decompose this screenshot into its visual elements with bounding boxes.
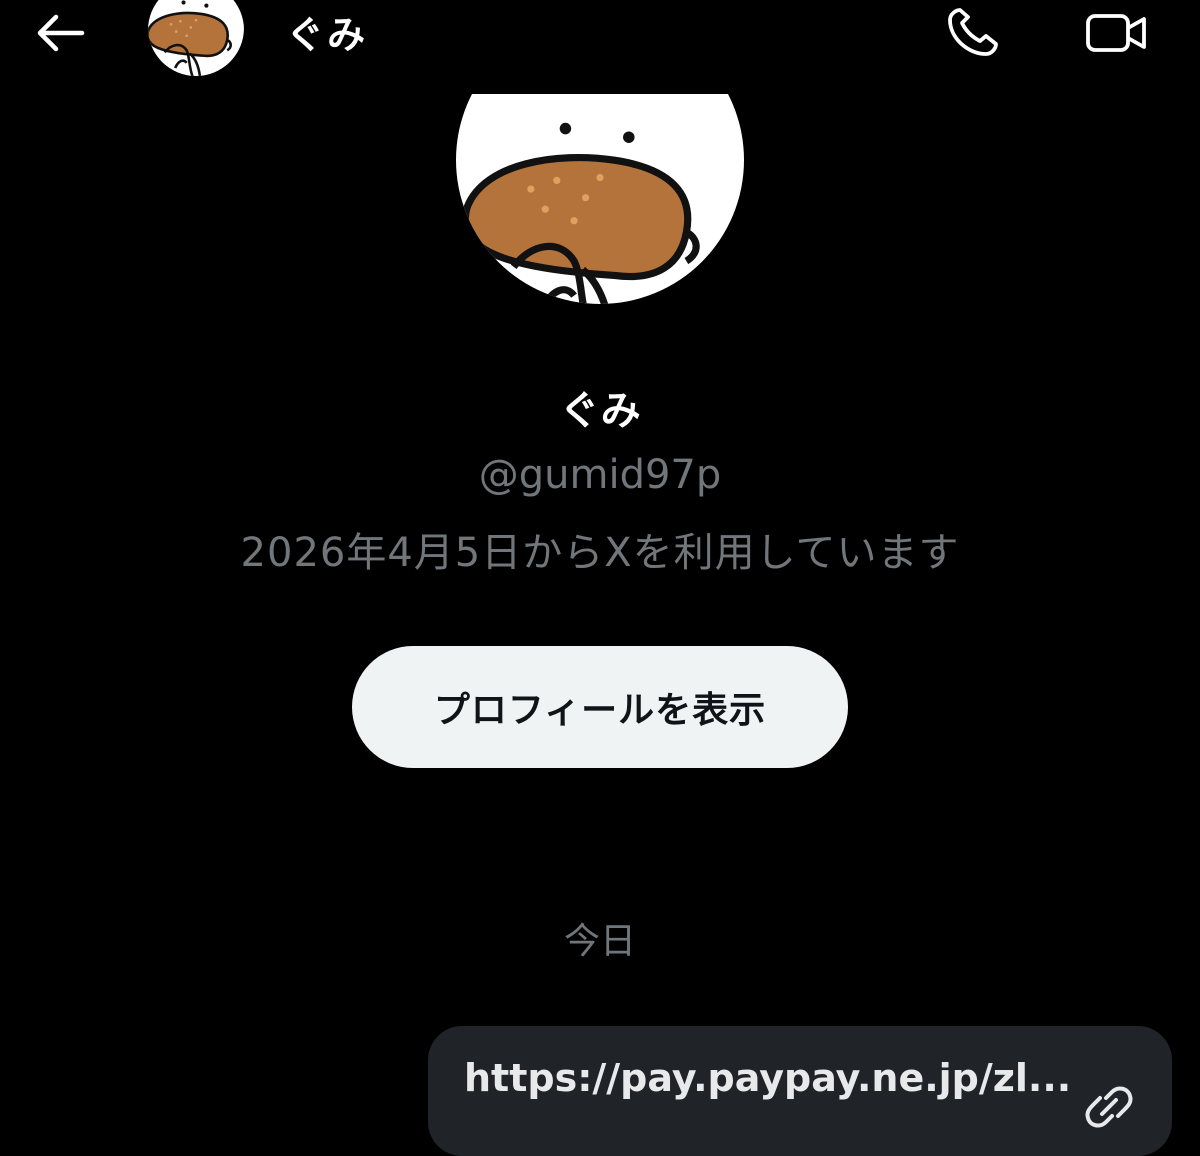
header-avatar[interactable] (148, 0, 244, 76)
video-camera-icon (1086, 14, 1146, 52)
profile-avatar[interactable] (456, 94, 744, 304)
view-profile-button[interactable]: プロフィールを表示 (352, 646, 848, 768)
profile-display-name: ぐみ (559, 388, 641, 434)
back-button[interactable] (30, 8, 90, 58)
video-call-button[interactable] (1082, 8, 1152, 58)
profile-handle: @gumid97p (478, 452, 722, 498)
joined-date: 2026年4月5日からXを利用しています (240, 530, 960, 576)
phone-icon (948, 8, 998, 56)
arrow-left-icon (37, 14, 85, 52)
message-bubble[interactable]: https://pay.paypay.ne.jp/zl... (428, 1026, 1172, 1156)
call-button[interactable] (944, 4, 1004, 60)
link-icon (1078, 1076, 1140, 1138)
message-link-text[interactable]: https://pay.paypay.ne.jp/zl... (464, 1056, 1071, 1100)
header-name[interactable]: ぐみ (286, 4, 367, 59)
date-separator: 今日 (563, 921, 636, 962)
conversation-header: ぐみ (0, 0, 1200, 80)
